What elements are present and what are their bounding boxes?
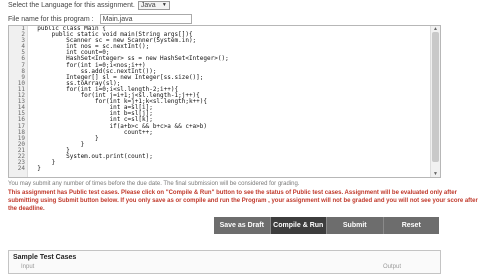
language-label: Select the Language for this assignment. xyxy=(8,2,135,9)
compile-run-button[interactable]: Compile & Run xyxy=(270,217,327,234)
scrollbar-thumb[interactable] xyxy=(432,32,439,162)
code-text: } xyxy=(30,165,41,173)
reset-button[interactable]: Reset xyxy=(384,217,440,234)
chevron-down-icon: ▼ xyxy=(161,2,167,8)
file-name-label: File name for this program : xyxy=(8,15,94,23)
line-number: 24 xyxy=(17,165,25,173)
scroll-down-arrow-icon[interactable]: ▼ xyxy=(431,171,440,177)
code-editor[interactable]: 1 public class Main {2 public static voi… xyxy=(8,25,441,178)
sample-output-header: Output xyxy=(383,264,402,270)
sample-test-cases-title: Sample Test Cases xyxy=(13,254,77,261)
public-test-warning: This assignment has Public test cases. P… xyxy=(8,190,478,212)
sample-test-cases-panel: Sample Test Cases Input Output xyxy=(8,250,441,274)
code-area[interactable]: 1 public class Main {2 public static voi… xyxy=(18,26,430,177)
submit-button[interactable]: Submit xyxy=(327,217,384,234)
submission-note: You may submit any number of times befor… xyxy=(8,181,300,187)
action-button-bar: Save as Draft Compile & Run Submit Reset xyxy=(214,217,439,234)
language-row: Select the Language for this assignment.… xyxy=(8,1,170,10)
language-selected-value: Java xyxy=(140,2,156,9)
save-draft-button[interactable]: Save as Draft xyxy=(214,217,271,234)
language-select[interactable]: Java ▼ xyxy=(137,1,170,10)
file-name-row: File name for this program : Main.java xyxy=(8,14,192,24)
code-line[interactable]: 24 } xyxy=(18,165,430,173)
file-name-input[interactable]: Main.java xyxy=(99,14,192,24)
editor-scrollbar[interactable]: ▲ ▼ xyxy=(430,26,440,177)
sample-input-header: Input xyxy=(21,264,35,270)
